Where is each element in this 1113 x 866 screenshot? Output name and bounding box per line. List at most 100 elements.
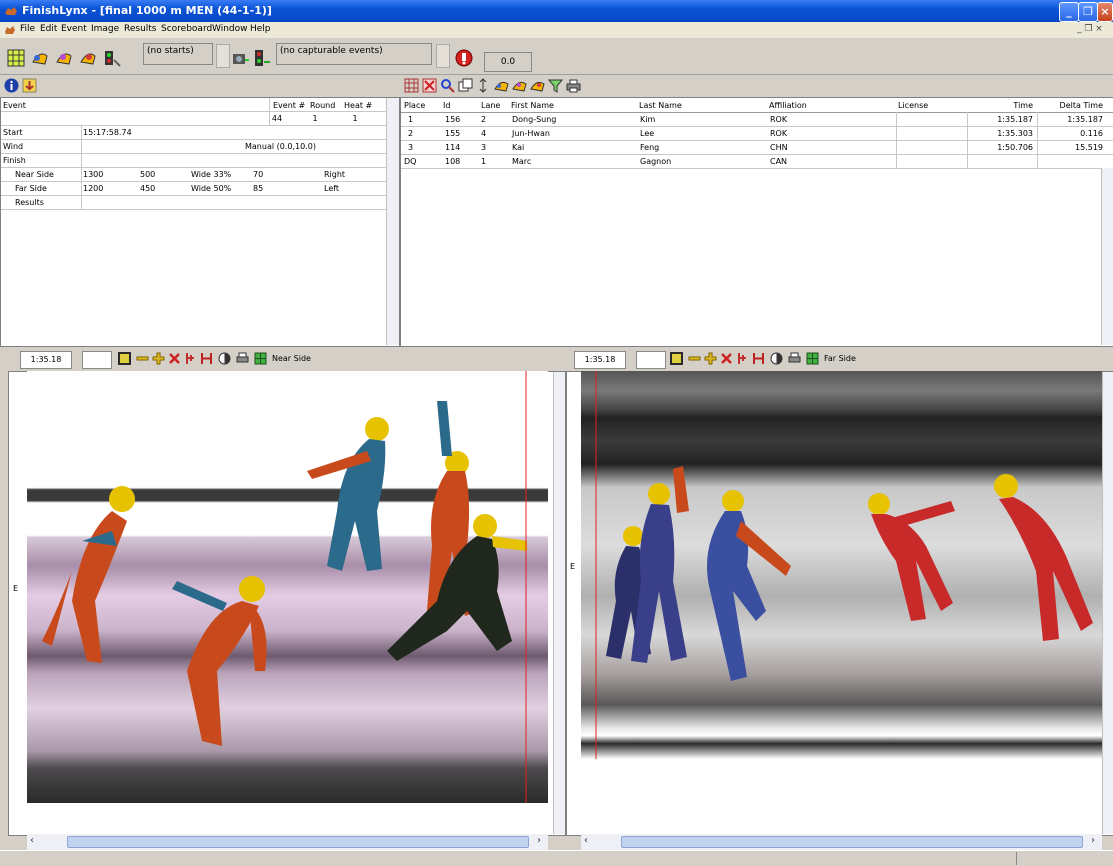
contrast-icon[interactable] [770,352,783,365]
capture-grid-icon[interactable] [6,48,26,68]
far-side-b[interactable]: 450 [140,184,155,193]
maximize-button[interactable]: ❐ [1078,2,1098,22]
wind-value[interactable]: Manual (0.0,10.0) [245,142,316,151]
lane-marker-icon[interactable] [184,352,197,365]
col-last-name[interactable]: Last Name [639,101,682,110]
zoom-in-icon[interactable] [152,352,165,365]
near-side-b[interactable]: 500 [140,170,155,179]
menu-results[interactable]: Results [124,24,157,34]
capture-signal-icon[interactable] [252,48,272,68]
delete-marker-icon[interactable] [720,352,733,365]
event-three-icon[interactable] [530,78,545,93]
scroll-right-icon[interactable]: › [537,835,541,846]
results-panel: Place Id Lane First Name Last Name Affil… [400,97,1113,347]
info-icon[interactable] [4,78,19,93]
start-time-value[interactable]: 15:17:58.74 [83,128,132,137]
menu-scoreboard[interactable]: Scoreboard [161,24,212,34]
far-image-time[interactable]: 1:35.18 [574,351,626,369]
near-side-e[interactable]: Right [324,170,345,179]
grid-view-icon[interactable] [404,78,419,93]
zoom-in-icon[interactable] [704,352,717,365]
contrast-icon[interactable] [218,352,231,365]
col-license[interactable]: License [898,101,928,110]
result-id: 156 [445,115,461,124]
prev-event-icon[interactable] [78,48,98,68]
col-lane[interactable]: Lane [481,101,500,110]
print-image-icon[interactable] [236,352,249,365]
delete-marker-icon[interactable] [168,352,181,365]
capture-field[interactable]: (no capturable events) [276,43,432,65]
near-side-a[interactable]: 1300 [83,170,103,179]
col-time[interactable]: Time [971,101,1033,110]
mdi-controls[interactable]: _ ❐ × [1077,24,1103,34]
near-image-hscroll[interactable]: ‹ › [27,834,548,850]
near-image-input[interactable] [82,351,112,369]
menu-bar: File Edit Event Image Results Scoreboard… [0,22,1113,38]
col-id[interactable]: Id [443,101,450,110]
menu-edit[interactable]: Edit [40,24,57,34]
far-side-a[interactable]: 1200 [83,184,103,193]
col-affiliation[interactable]: Affiliation [769,101,807,110]
near-side-d[interactable]: 70 [253,170,263,179]
camera-icon[interactable] [230,48,250,68]
col-delta-time[interactable]: Delta Time [1041,101,1103,110]
scroll-left-icon[interactable]: ‹ [584,835,588,846]
far-scroll-thumb[interactable] [621,836,1083,848]
menu-window[interactable]: Window [212,24,248,34]
results-scrollbar[interactable] [1101,168,1113,345]
print-icon[interactable] [566,78,581,93]
col-place[interactable]: Place [404,101,425,110]
far-side-e[interactable]: Left [324,184,339,193]
near-side-photo[interactable] [27,371,548,803]
far-image-vscroll[interactable] [1102,372,1113,834]
far-side-d[interactable]: 85 [253,184,263,193]
near-side-c[interactable]: Wide 33% [191,170,231,179]
round-value[interactable]: 1 [297,114,333,123]
near-image-vscroll[interactable] [553,372,565,834]
near-image-time[interactable]: 1:35.18 [20,351,72,369]
zoom-out-icon[interactable] [136,352,149,365]
close-button[interactable]: × [1097,2,1113,22]
scroll-left-icon[interactable]: ‹ [30,835,34,846]
print-image-icon[interactable] [788,352,801,365]
filter-icon[interactable] [548,78,563,93]
near-scroll-thumb[interactable] [67,836,529,848]
start-sensor-icon[interactable] [102,48,122,68]
sort-icon[interactable] [476,78,491,93]
menu-event[interactable]: Event [61,24,87,34]
event-one-icon[interactable] [494,78,509,93]
event-two-icon[interactable] [512,78,527,93]
stop-capture-icon[interactable] [454,48,474,68]
grid-toggle-icon[interactable] [254,352,267,365]
menu-image[interactable]: Image [91,24,119,34]
hairline-icon[interactable] [200,352,213,365]
event-number-value[interactable]: 44 [259,114,295,123]
wind-label: Wind [3,142,24,151]
zoom-out-icon[interactable] [688,352,701,365]
far-side-photo[interactable] [581,371,1102,759]
menu-file[interactable]: File [20,24,35,34]
far-image-hscroll[interactable]: ‹ › [581,834,1102,850]
col-first-name[interactable]: First Name [511,101,554,110]
starts-spinner[interactable] [216,44,230,68]
scroll-right-icon[interactable]: › [1091,835,1095,846]
copy-icon[interactable] [458,78,473,93]
heat-value[interactable]: 1 [337,114,373,123]
minimize-button[interactable]: _ [1059,2,1079,22]
starts-field[interactable]: (no starts) [143,43,213,65]
download-arrow-icon[interactable] [22,78,37,93]
far-side-c[interactable]: Wide 50% [191,184,231,193]
zoom-fit-icon[interactable] [670,352,683,365]
menu-help[interactable]: Help [250,24,271,34]
lane-marker-icon[interactable] [736,352,749,365]
open-event-icon[interactable] [30,48,50,68]
search-icon[interactable] [440,78,455,93]
capture-spinner[interactable] [436,44,450,68]
far-image-input[interactable] [636,351,666,369]
delete-result-icon[interactable] [422,78,437,93]
zoom-fit-icon[interactable] [118,352,131,365]
event-panel-scrollbar[interactable] [386,98,399,345]
next-event-icon[interactable] [54,48,74,68]
hairline-icon[interactable] [752,352,765,365]
grid-toggle-icon[interactable] [806,352,819,365]
